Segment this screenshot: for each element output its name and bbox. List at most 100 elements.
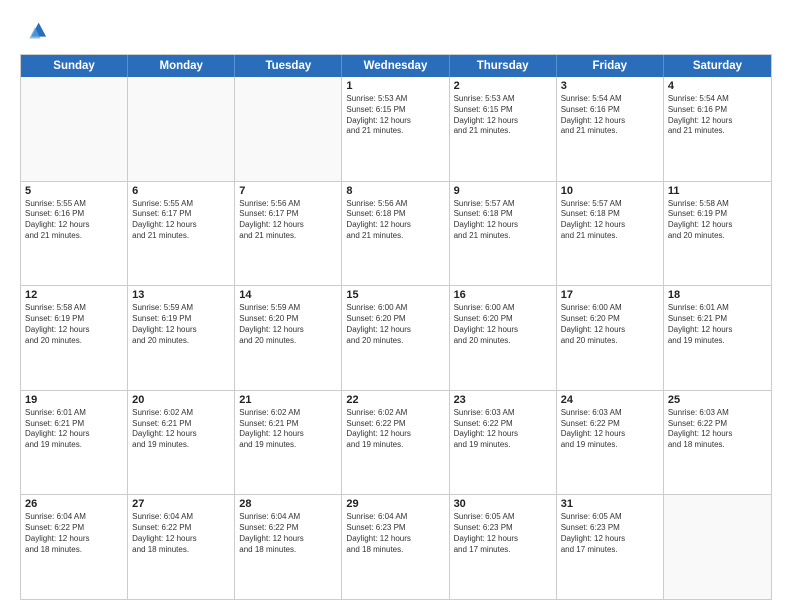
day-cell-10: 10 Sunrise: 5:57 AM Sunset: 6:18 PM Dayli… — [557, 182, 664, 286]
day-info: Sunrise: 6:04 AM Sunset: 6:22 PM Dayligh… — [239, 512, 337, 555]
day-number: 10 — [561, 185, 659, 197]
day-info: Sunrise: 6:03 AM Sunset: 6:22 PM Dayligh… — [561, 408, 659, 451]
day-info: Sunrise: 5:57 AM Sunset: 6:18 PM Dayligh… — [454, 199, 552, 242]
week-row-5: 26 Sunrise: 6:04 AM Sunset: 6:22 PM Dayli… — [21, 495, 771, 599]
logo — [20, 18, 52, 46]
empty-cell — [128, 77, 235, 181]
day-number: 8 — [346, 185, 444, 197]
empty-cell — [235, 77, 342, 181]
day-info: Sunrise: 5:53 AM Sunset: 6:15 PM Dayligh… — [346, 94, 444, 137]
day-number: 15 — [346, 289, 444, 301]
header-day-wednesday: Wednesday — [342, 55, 449, 77]
day-info: Sunrise: 5:59 AM Sunset: 6:20 PM Dayligh… — [239, 303, 337, 346]
day-number: 11 — [668, 185, 767, 197]
day-number: 4 — [668, 80, 767, 92]
week-row-3: 12 Sunrise: 5:58 AM Sunset: 6:19 PM Dayli… — [21, 286, 771, 391]
day-info: Sunrise: 5:55 AM Sunset: 6:17 PM Dayligh… — [132, 199, 230, 242]
day-info: Sunrise: 5:58 AM Sunset: 6:19 PM Dayligh… — [25, 303, 123, 346]
day-number: 31 — [561, 498, 659, 510]
day-info: Sunrise: 6:00 AM Sunset: 6:20 PM Dayligh… — [561, 303, 659, 346]
day-info: Sunrise: 6:05 AM Sunset: 6:23 PM Dayligh… — [454, 512, 552, 555]
day-info: Sunrise: 5:58 AM Sunset: 6:19 PM Dayligh… — [668, 199, 767, 242]
day-number: 6 — [132, 185, 230, 197]
header-day-monday: Monday — [128, 55, 235, 77]
header-day-tuesday: Tuesday — [235, 55, 342, 77]
day-info: Sunrise: 6:02 AM Sunset: 6:21 PM Dayligh… — [239, 408, 337, 451]
day-number: 19 — [25, 394, 123, 406]
day-cell-18: 18Sunrise: 6:01 AM Sunset: 6:21 PM Dayli… — [664, 286, 771, 390]
day-number: 17 — [561, 289, 659, 301]
day-cell-25: 25Sunrise: 6:03 AM Sunset: 6:22 PM Dayli… — [664, 391, 771, 495]
day-cell-8: 8 Sunrise: 5:56 AM Sunset: 6:18 PM Daylig… — [342, 182, 449, 286]
logo-icon — [20, 18, 48, 46]
day-info: Sunrise: 6:02 AM Sunset: 6:22 PM Dayligh… — [346, 408, 444, 451]
day-cell-2: 2 Sunrise: 5:53 AM Sunset: 6:15 PM Daylig… — [450, 77, 557, 181]
day-number: 27 — [132, 498, 230, 510]
day-cell-6: 6 Sunrise: 5:55 AM Sunset: 6:17 PM Daylig… — [128, 182, 235, 286]
day-cell-27: 27 Sunrise: 6:04 AM Sunset: 6:22 PM Dayli… — [128, 495, 235, 599]
day-info: Sunrise: 6:00 AM Sunset: 6:20 PM Dayligh… — [454, 303, 552, 346]
day-info: Sunrise: 5:55 AM Sunset: 6:16 PM Dayligh… — [25, 199, 123, 242]
day-cell-29: 29Sunrise: 6:04 AM Sunset: 6:23 PM Dayli… — [342, 495, 449, 599]
day-info: Sunrise: 6:04 AM Sunset: 6:22 PM Dayligh… — [25, 512, 123, 555]
day-info: Sunrise: 6:03 AM Sunset: 6:22 PM Dayligh… — [454, 408, 552, 451]
day-cell-12: 12 Sunrise: 5:58 AM Sunset: 6:19 PM Dayli… — [21, 286, 128, 390]
day-cell-30: 30 Sunrise: 6:05 AM Sunset: 6:23 PM Dayli… — [450, 495, 557, 599]
day-number: 13 — [132, 289, 230, 301]
header-day-saturday: Saturday — [664, 55, 771, 77]
day-cell-31: 31 Sunrise: 6:05 AM Sunset: 6:23 PM Dayli… — [557, 495, 664, 599]
day-cell-5: 5Sunrise: 5:55 AM Sunset: 6:16 PM Daylig… — [21, 182, 128, 286]
day-cell-17: 17 Sunrise: 6:00 AM Sunset: 6:20 PM Dayli… — [557, 286, 664, 390]
day-cell-13: 13Sunrise: 5:59 AM Sunset: 6:19 PM Dayli… — [128, 286, 235, 390]
day-info: Sunrise: 5:53 AM Sunset: 6:15 PM Dayligh… — [454, 94, 552, 137]
day-cell-4: 4Sunrise: 5:54 AM Sunset: 6:16 PM Daylig… — [664, 77, 771, 181]
day-number: 24 — [561, 394, 659, 406]
day-cell-11: 11 Sunrise: 5:58 AM Sunset: 6:19 PM Dayli… — [664, 182, 771, 286]
day-cell-7: 7 Sunrise: 5:56 AM Sunset: 6:17 PM Daylig… — [235, 182, 342, 286]
header-day-friday: Friday — [557, 55, 664, 77]
day-cell-28: 28 Sunrise: 6:04 AM Sunset: 6:22 PM Dayli… — [235, 495, 342, 599]
calendar: SundayMondayTuesdayWednesdayThursdayFrid… — [20, 54, 772, 600]
header-day-sunday: Sunday — [21, 55, 128, 77]
day-cell-1: 1 Sunrise: 5:53 AM Sunset: 6:15 PM Daylig… — [342, 77, 449, 181]
day-info: Sunrise: 6:00 AM Sunset: 6:20 PM Dayligh… — [346, 303, 444, 346]
day-cell-14: 14 Sunrise: 5:59 AM Sunset: 6:20 PM Dayli… — [235, 286, 342, 390]
day-info: Sunrise: 6:01 AM Sunset: 6:21 PM Dayligh… — [25, 408, 123, 451]
day-cell-3: 3Sunrise: 5:54 AM Sunset: 6:16 PM Daylig… — [557, 77, 664, 181]
day-number: 26 — [25, 498, 123, 510]
day-number: 7 — [239, 185, 337, 197]
day-info: Sunrise: 6:02 AM Sunset: 6:21 PM Dayligh… — [132, 408, 230, 451]
day-info: Sunrise: 6:05 AM Sunset: 6:23 PM Dayligh… — [561, 512, 659, 555]
day-number: 29 — [346, 498, 444, 510]
day-number: 23 — [454, 394, 552, 406]
empty-cell — [21, 77, 128, 181]
header-day-thursday: Thursday — [450, 55, 557, 77]
day-number: 9 — [454, 185, 552, 197]
calendar-header-row: SundayMondayTuesdayWednesdayThursdayFrid… — [21, 55, 771, 77]
day-number: 30 — [454, 498, 552, 510]
day-cell-26: 26 Sunrise: 6:04 AM Sunset: 6:22 PM Dayli… — [21, 495, 128, 599]
day-number: 20 — [132, 394, 230, 406]
day-info: Sunrise: 6:01 AM Sunset: 6:21 PM Dayligh… — [668, 303, 767, 346]
day-cell-23: 23 Sunrise: 6:03 AM Sunset: 6:22 PM Dayli… — [450, 391, 557, 495]
day-cell-16: 16Sunrise: 6:00 AM Sunset: 6:20 PM Dayli… — [450, 286, 557, 390]
day-number: 2 — [454, 80, 552, 92]
day-number: 22 — [346, 394, 444, 406]
day-info: Sunrise: 6:04 AM Sunset: 6:22 PM Dayligh… — [132, 512, 230, 555]
week-row-4: 19 Sunrise: 6:01 AM Sunset: 6:21 PM Dayli… — [21, 391, 771, 496]
day-number: 14 — [239, 289, 337, 301]
day-cell-19: 19 Sunrise: 6:01 AM Sunset: 6:21 PM Dayli… — [21, 391, 128, 495]
day-number: 12 — [25, 289, 123, 301]
day-number: 25 — [668, 394, 767, 406]
empty-cell — [664, 495, 771, 599]
day-cell-9: 9 Sunrise: 5:57 AM Sunset: 6:18 PM Daylig… — [450, 182, 557, 286]
page-header — [20, 18, 772, 46]
day-info: Sunrise: 5:56 AM Sunset: 6:18 PM Dayligh… — [346, 199, 444, 242]
day-info: Sunrise: 5:56 AM Sunset: 6:17 PM Dayligh… — [239, 199, 337, 242]
week-row-1: 1 Sunrise: 5:53 AM Sunset: 6:15 PM Daylig… — [21, 77, 771, 182]
day-cell-24: 24 Sunrise: 6:03 AM Sunset: 6:22 PM Dayli… — [557, 391, 664, 495]
day-number: 28 — [239, 498, 337, 510]
day-info: Sunrise: 5:57 AM Sunset: 6:18 PM Dayligh… — [561, 199, 659, 242]
day-number: 21 — [239, 394, 337, 406]
day-number: 1 — [346, 80, 444, 92]
